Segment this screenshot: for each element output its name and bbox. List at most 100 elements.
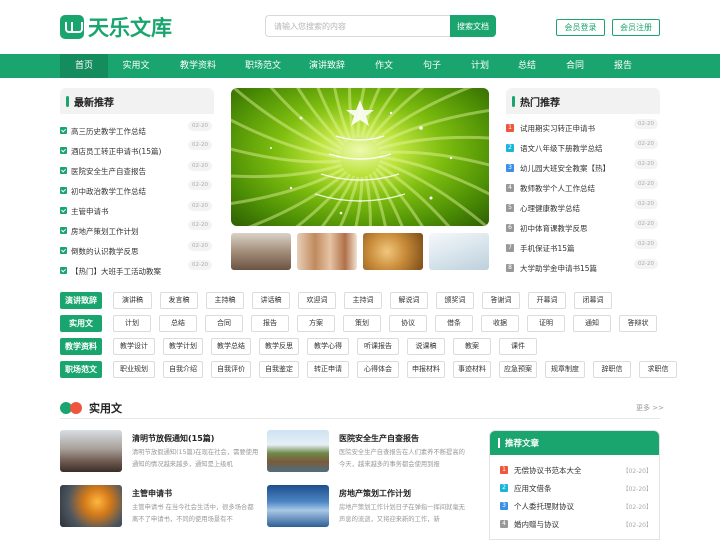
tag-link[interactable]: 答谢词 <box>482 292 520 309</box>
tag-link[interactable]: 教学计划 <box>163 338 203 355</box>
tag-link[interactable]: 报告 <box>251 315 289 332</box>
article-card[interactable]: 医院安全生产自查报告 医院安全生产自查报告在人们素养不断提高的今天，越来越多的事… <box>267 430 467 474</box>
list-item[interactable]: 2 应用文借条 【02-20】 <box>500 481 652 495</box>
tag-link[interactable]: 总结 <box>159 315 197 332</box>
tag-link[interactable]: 解说词 <box>390 292 428 309</box>
tag-link[interactable]: 听课报告 <box>357 338 399 355</box>
tag-link[interactable]: 收据 <box>481 315 519 332</box>
login-button[interactable]: 会员登录 <box>556 19 605 36</box>
list-item[interactable]: 5 心理健康教学总结 02-20 <box>506 199 658 215</box>
list-item[interactable]: 主管申请书 02-20 <box>60 201 212 218</box>
tag-link[interactable]: 教学反思 <box>259 338 299 355</box>
article-card[interactable]: 主管申请书 主管申请书 在当今社会生活中，很多场合都离不了申请书，不同的使用场景… <box>60 485 260 529</box>
tag-link[interactable]: 主持稿 <box>206 292 244 309</box>
tag-link[interactable]: 颁奖词 <box>436 292 474 309</box>
list-item-title[interactable]: 【热门】大班手工活动教案 <box>71 266 161 277</box>
article-title[interactable]: 房地产策划工作计划 <box>339 488 411 499</box>
nav-item[interactable]: 句子 <box>413 54 451 78</box>
nav-item[interactable]: 教学资料 <box>172 54 224 78</box>
list-item[interactable]: 8 大学助学金申请书15篇 02-20 <box>506 259 658 275</box>
search-button[interactable]: 搜索文档 <box>450 15 496 37</box>
list-item[interactable]: 2 语文八年级下册教学总结 02-20 <box>506 139 658 155</box>
tag-link[interactable]: 开幕词 <box>528 292 566 309</box>
tag-link[interactable]: 教学设计 <box>113 338 155 355</box>
list-item-title[interactable]: 试用期实习转正申请书 <box>520 123 595 134</box>
list-item-title[interactable]: 初中体育课教学反思 <box>520 223 588 234</box>
list-item-title[interactable]: 手机保证书15篇 <box>520 243 575 254</box>
list-item[interactable]: 酒店员工转正申请书(15篇) 02-20 <box>60 140 212 158</box>
nav-item[interactable]: 总结 <box>508 54 546 78</box>
tag-link[interactable]: 发言稿 <box>160 292 198 309</box>
list-item[interactable]: 6 初中体育课教学反思 02-20 <box>506 219 658 235</box>
tag-link[interactable]: 课件 <box>499 338 537 355</box>
tag-link[interactable]: 通知 <box>573 315 611 332</box>
tag-link[interactable]: 应急预案 <box>499 361 537 378</box>
list-item[interactable]: 倒数的认识教学反思 02-20 <box>60 241 212 258</box>
thumbnail-1[interactable] <box>231 233 291 270</box>
tag-link[interactable]: 证明 <box>527 315 565 332</box>
list-item-title[interactable]: 倒数的认识教学反思 <box>71 246 139 257</box>
tag-link[interactable]: 求职信 <box>639 361 677 378</box>
nav-item-home[interactable]: 首页 <box>60 54 108 78</box>
nav-item[interactable]: 合同 <box>556 54 594 78</box>
article-title[interactable]: 主管申请书 <box>132 488 172 499</box>
thumbnail-2[interactable] <box>297 233 357 270</box>
tag-link[interactable]: 心得体会 <box>357 361 399 378</box>
list-item-title[interactable]: 婚内赠与协议 <box>514 519 559 530</box>
article-card[interactable]: 房地产策划工作计划 房地产策划工作计划日子在弹指一挥间就毫无声息的流逝，又将迎来… <box>267 485 467 529</box>
list-item[interactable]: 高三历史教学工作总结 02-20 <box>60 121 212 138</box>
tag-link[interactable]: 事迹材料 <box>453 361 491 378</box>
list-item-title[interactable]: 幼儿园大班安全教案【热】 <box>520 163 610 174</box>
tag-link[interactable]: 欢迎词 <box>298 292 336 309</box>
list-item[interactable]: 7 手机保证书15篇 02-20 <box>506 239 658 255</box>
tag-link[interactable]: 规章制度 <box>545 361 585 378</box>
banner-image[interactable] <box>231 88 489 226</box>
tag-link[interactable]: 教学心得 <box>307 338 349 355</box>
tag-link[interactable]: 合同 <box>205 315 243 332</box>
list-item-title[interactable]: 酒店员工转正申请书(15篇) <box>71 146 161 157</box>
search-input[interactable] <box>265 15 450 37</box>
tag-link[interactable]: 转正申请 <box>307 361 349 378</box>
list-item[interactable]: 4 婚内赠与协议 【02-20】 <box>500 517 652 531</box>
list-item-title[interactable]: 主管申请书 <box>71 206 109 217</box>
tag-link[interactable]: 自我评价 <box>211 361 251 378</box>
tag-link[interactable]: 职业规划 <box>113 361 155 378</box>
nav-item[interactable]: 实用文 <box>112 54 160 78</box>
article-title[interactable]: 医院安全生产自查报告 <box>339 433 419 444</box>
tag-link[interactable]: 计划 <box>113 315 151 332</box>
list-item[interactable]: 4 教师教学个人工作总结 02-20 <box>506 179 658 195</box>
tag-link[interactable]: 辞职信 <box>593 361 631 378</box>
list-item-title[interactable]: 高三历史教学工作总结 <box>71 126 146 137</box>
nav-item[interactable]: 演讲致辞 <box>301 54 353 78</box>
tag-category[interactable]: 教学资料 <box>60 338 102 355</box>
tag-link[interactable]: 申报材料 <box>407 361 445 378</box>
list-item-title[interactable]: 医院安全生产自查报告 <box>71 166 146 177</box>
tag-category[interactable]: 实用文 <box>60 315 102 332</box>
list-item[interactable]: 3 个人委托理财协议 【02-20】 <box>500 499 652 513</box>
tag-link[interactable]: 借条 <box>435 315 473 332</box>
list-item-title[interactable]: 房地产策划工作计划 <box>71 226 139 237</box>
tag-link[interactable]: 教案 <box>453 338 491 355</box>
tag-link[interactable]: 协议 <box>389 315 427 332</box>
list-item[interactable]: 1 试用期实习转正申请书 02-20 <box>506 119 658 135</box>
tag-link[interactable]: 说课稿 <box>407 338 445 355</box>
list-item[interactable]: 初中政治教学工作总结 02-20 <box>60 180 212 198</box>
nav-item[interactable]: 报告 <box>604 54 642 78</box>
thumbnail-3[interactable] <box>363 233 423 270</box>
list-item-title[interactable]: 教师教学个人工作总结 <box>520 183 595 194</box>
list-item-title[interactable]: 初中政治教学工作总结 <box>71 186 146 197</box>
list-item[interactable]: 1 无偿协议书范本大全 【02-20】 <box>500 463 652 477</box>
tag-link[interactable]: 教学总结 <box>211 338 251 355</box>
list-item-title[interactable]: 个人委托理财协议 <box>514 501 574 512</box>
list-item[interactable]: 3 幼儿园大班安全教案【热】 02-20 <box>506 159 658 175</box>
list-item-title[interactable]: 无偿协议书范本大全 <box>514 465 582 476</box>
tag-link[interactable]: 自我介绍 <box>163 361 203 378</box>
tag-link[interactable]: 主持词 <box>344 292 382 309</box>
list-item[interactable]: 医院安全生产自查报告 02-20 <box>60 161 212 178</box>
tag-link[interactable]: 方案 <box>297 315 335 332</box>
site-logo[interactable]: 天乐文库 <box>60 14 172 40</box>
list-item-title[interactable]: 大学助学金申请书15篇 <box>520 263 597 274</box>
tag-category[interactable]: 演讲致辞 <box>60 292 102 309</box>
nav-item[interactable]: 计划 <box>461 54 499 78</box>
list-item[interactable]: 【热门】大班手工活动教案 02-20 <box>60 260 212 278</box>
